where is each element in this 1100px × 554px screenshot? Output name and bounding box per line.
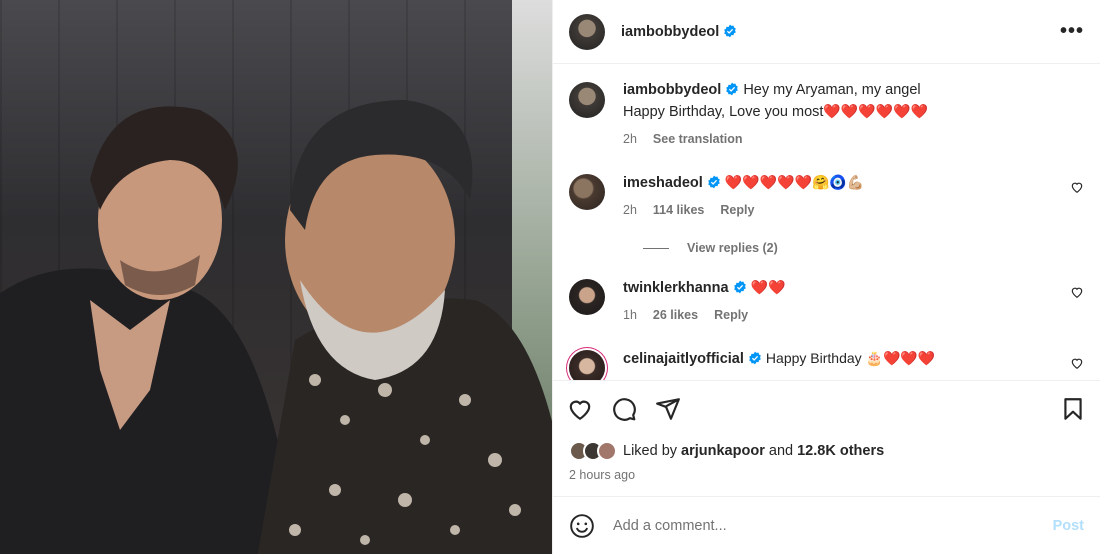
divider: [643, 247, 669, 249]
comment-item: imeshadeol ❤️❤️❤️❤️❤️🤗🧿💪🏼 2h 114 likes R…: [569, 172, 1084, 221]
comment-item: celinajaitlyofficial Happy Birthday 🎂❤️❤…: [569, 348, 1084, 380]
avatar[interactable]: [569, 82, 605, 118]
caption-username[interactable]: iambobbydeol: [623, 82, 721, 98]
caption-line-1: Hey my Aryaman, my angel: [743, 82, 921, 98]
post-viewer: iambobbydeol ••• iambobbydeol Hey my Ary…: [0, 0, 1100, 554]
avatar[interactable]: [569, 279, 605, 315]
reply-button[interactable]: Reply: [720, 200, 754, 221]
emoji-icon[interactable]: [569, 513, 595, 539]
post-header: iambobbydeol •••: [553, 0, 1100, 64]
post-timestamp: 2 hours ago: [569, 468, 636, 482]
comment-username[interactable]: imeshadeol: [623, 175, 703, 191]
post-photo[interactable]: [0, 0, 552, 554]
comment-text: Happy Birthday 🎂❤️❤️❤️: [765, 350, 936, 366]
liked-by-user[interactable]: arjunkapoor: [681, 443, 765, 459]
share-paper-plane-icon[interactable]: [655, 396, 681, 422]
more-options-icon[interactable]: •••: [1060, 20, 1084, 43]
reply-button[interactable]: Reply: [714, 305, 748, 326]
comment-bubble-icon[interactable]: [611, 396, 637, 422]
like-comment-heart-icon[interactable]: [1070, 356, 1084, 370]
liked-by-middle: and: [768, 443, 794, 459]
post-comment-button[interactable]: Post: [1053, 518, 1084, 534]
verified-badge-icon: [733, 280, 746, 294]
like-comment-heart-icon[interactable]: [1070, 180, 1084, 194]
view-replies-button[interactable]: View replies (2): [643, 241, 1084, 255]
like-heart-icon[interactable]: [567, 396, 593, 422]
view-replies-label: View replies (2): [687, 241, 778, 255]
liked-by-others[interactable]: 12.8K others: [797, 443, 884, 459]
verified-badge-icon: [726, 82, 739, 96]
save-bookmark-icon[interactable]: [1060, 396, 1086, 422]
likes-summary[interactable]: Liked by arjunkapoor and 12.8K others: [553, 436, 1100, 466]
comment-input[interactable]: [613, 517, 1053, 534]
comment-text: ❤️❤️: [750, 279, 786, 295]
verified-badge-icon: [749, 351, 761, 365]
liked-by-prefix: Liked by: [623, 443, 678, 459]
comment-username[interactable]: twinklerkhanna: [623, 280, 729, 296]
avatar: [597, 441, 617, 461]
comment-time: 1h: [623, 308, 637, 322]
comment-likes[interactable]: 114 likes: [653, 200, 704, 221]
comments-list: iambobbydeol Hey my Aryaman, my angel Ha…: [553, 64, 1100, 380]
older-man-figure: [257, 100, 552, 554]
see-translation-link[interactable]: See translation: [653, 129, 743, 150]
comment-text: ❤️❤️❤️❤️❤️🤗🧿💪🏼: [724, 174, 865, 190]
verified-badge-icon: [708, 175, 720, 189]
comment-composer: Post: [553, 496, 1100, 554]
comment-item: twinklerkhanna ❤️❤️ 1h 26 likes Reply: [569, 277, 1084, 326]
post-actions: [553, 380, 1100, 436]
caption-line-2: Happy Birthday, Love you most: [623, 104, 824, 120]
post-side-panel: iambobbydeol ••• iambobbydeol Hey my Ary…: [552, 0, 1100, 554]
verified-badge-icon: [724, 24, 737, 37]
caption: iambobbydeol Hey my Aryaman, my angel Ha…: [569, 80, 1084, 150]
avatar[interactable]: [569, 174, 605, 210]
comment-likes[interactable]: 26 likes: [653, 305, 698, 326]
post-author-username[interactable]: iambobbydeol: [621, 24, 737, 40]
like-comment-heart-icon[interactable]: [1070, 285, 1084, 299]
caption-time: 2h: [623, 132, 637, 146]
caption-hearts: ❤️❤️❤️❤️❤️❤️: [823, 103, 929, 119]
avatar[interactable]: [569, 350, 605, 380]
avatar[interactable]: [569, 13, 605, 50]
comment-username[interactable]: celinajaitlyofficial: [623, 351, 744, 367]
liker-avatars: [569, 441, 617, 461]
comment-time: 2h: [623, 203, 637, 217]
